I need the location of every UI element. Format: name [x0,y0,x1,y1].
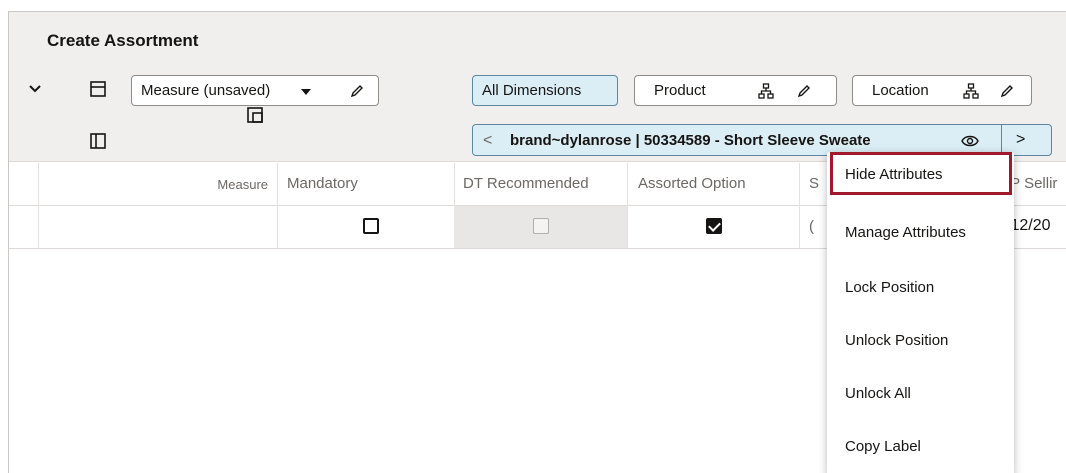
header-measure[interactable]: Measure [38,177,268,192]
location-dimension-button[interactable]: Location [852,75,1032,106]
product-dimension-button[interactable]: Product [634,75,837,106]
all-dimensions-label: All Dimensions [482,82,582,99]
pill-prev-button[interactable]: < [483,132,492,150]
split-horizontal-icon[interactable] [89,80,107,98]
menu-item-hide-attributes[interactable]: Hide Attributes [845,166,943,183]
pivot-icon[interactable] [246,106,264,124]
header-dt-recommended[interactable]: DT Recommended [463,175,589,192]
menu-item-copy-label[interactable]: Copy Label [845,438,921,455]
pencil-icon[interactable] [349,83,365,99]
header-partial-s[interactable]: S [809,175,819,192]
title-bar: Create Assortment [9,12,1066,68]
partial-cell: ( [809,218,814,235]
pill-next-button[interactable]: > [1016,131,1025,149]
pencil-icon[interactable] [796,83,812,99]
header-assorted-option[interactable]: Assorted Option [638,175,746,192]
dt-recommended-checkbox [533,218,549,234]
location-label: Location [872,82,929,99]
menu-item-unlock-position[interactable]: Unlock Position [845,332,948,349]
menu-item-manage-attributes[interactable]: Manage Attributes [845,224,966,241]
menu-item-unlock-all[interactable]: Unlock All [845,385,911,402]
product-label: Product [654,82,706,99]
caret-down-icon [301,89,311,95]
eye-icon[interactable] [961,132,979,150]
page-title: Create Assortment [47,31,199,50]
hierarchy-icon[interactable] [758,83,774,99]
pill-divider [1001,125,1002,155]
mandatory-checkbox[interactable] [363,218,379,234]
measure-select-label: Measure (unsaved) [141,82,271,99]
assorted-option-checkbox[interactable] [706,218,722,234]
pill-path-text: brand~dylanrose | 50334589 - Short Sleev… [510,132,871,149]
all-dimensions-button[interactable]: All Dimensions [472,75,618,106]
chevron-down-icon[interactable] [26,80,44,98]
pencil-icon[interactable] [999,83,1015,99]
header-mandatory[interactable]: Mandatory [287,175,358,192]
hierarchy-icon[interactable] [963,83,979,99]
menu-item-lock-position[interactable]: Lock Position [845,279,934,296]
measure-select[interactable]: Measure (unsaved) [131,75,379,106]
app-frame: Create Assortment Measure (unsaved) All … [8,11,1066,473]
context-menu: Hide Attributes Manage Attributes Lock P… [827,152,1014,473]
split-vertical-icon[interactable] [89,132,107,150]
